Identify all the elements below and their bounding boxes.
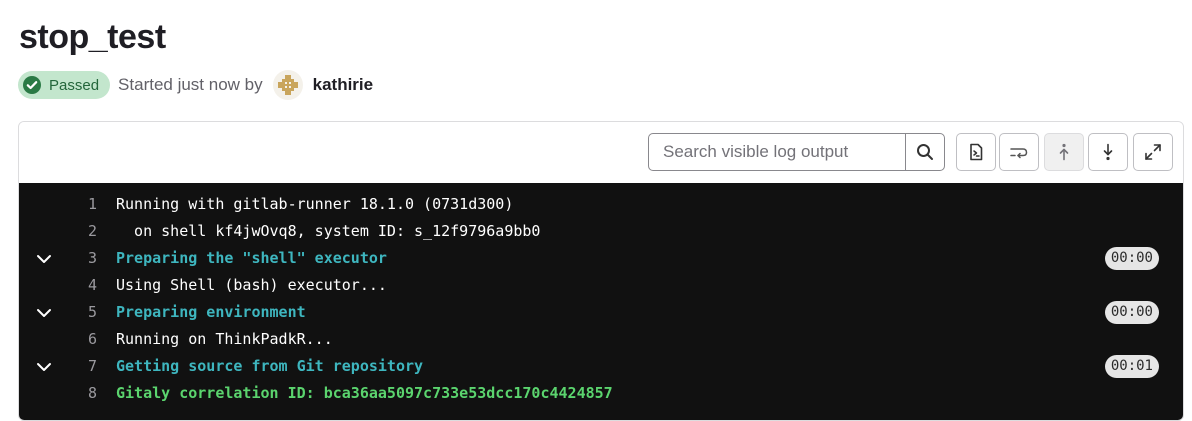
check-circle-icon [22, 75, 42, 95]
wrap-icon [1009, 143, 1029, 161]
started-text: Started just now by [118, 75, 263, 94]
section-title: Preparing environment [116, 303, 306, 321]
arrow-up-icon [1057, 143, 1071, 161]
section-title: Getting source from Git repository [116, 357, 424, 375]
log-section-header[interactable]: 3 Preparing the "shell" executor 00:00 [19, 247, 1183, 275]
wrap-lines-button[interactable] [999, 133, 1039, 171]
log-search [648, 133, 945, 171]
search-input[interactable] [649, 134, 905, 170]
search-icon [916, 143, 934, 161]
log-line: 1 Running with gitlab-runner 18.1.0 (073… [19, 194, 1183, 221]
line-number[interactable]: 5 [19, 302, 97, 323]
page-title: stop_test [19, 18, 166, 56]
maximize-icon [1144, 143, 1162, 161]
log-output: 1 Running with gitlab-runner 18.1.0 (073… [19, 183, 1183, 420]
section-title: Preparing the "shell" executor [116, 249, 387, 267]
line-number[interactable]: 1 [19, 194, 97, 215]
show-raw-button[interactable] [956, 133, 996, 171]
line-number[interactable]: 2 [19, 221, 97, 242]
line-number[interactable]: 6 [19, 329, 97, 350]
status-badge[interactable]: Passed [18, 71, 111, 99]
scroll-to-top-button[interactable] [1044, 133, 1084, 171]
section-duration-badge: 00:00 [1104, 247, 1159, 270]
line-number[interactable]: 3 [19, 248, 97, 269]
section-duration-badge: 00:01 [1104, 355, 1159, 378]
user-link[interactable]: kathirie [313, 75, 373, 95]
log-line: 6 Running on ThinkPadkR... [19, 329, 1183, 356]
job-log-panel: 1 Running with gitlab-runner 18.1.0 (073… [18, 121, 1184, 421]
fullscreen-button[interactable] [1133, 133, 1173, 171]
log-line: 4 Using Shell (bash) executor... [19, 275, 1183, 302]
raw-file-icon [967, 143, 985, 161]
log-section-header[interactable]: 5 Preparing environment 00:00 [19, 301, 1183, 329]
line-number[interactable]: 4 [19, 275, 97, 296]
search-button[interactable] [905, 134, 944, 170]
log-line: 2 on shell kf4jwOvq8, system ID: s_12f97… [19, 221, 1183, 248]
log-text: on shell kf4jwOvq8, system ID: s_12f9796… [116, 222, 541, 240]
user-avatar[interactable] [272, 70, 303, 100]
status-label: Passed [49, 76, 100, 94]
section-duration-badge: 00:00 [1104, 301, 1159, 324]
job-meta: Passed Started just now by kathirie [18, 70, 373, 100]
log-text: Using Shell (bash) executor... [116, 276, 387, 294]
log-text: Running on ThinkPadkR... [116, 330, 333, 348]
scroll-to-bottom-button[interactable] [1088, 133, 1128, 171]
log-line: 8 Gitaly correlation ID: bca36aa5097c733… [19, 383, 1183, 410]
line-number[interactable]: 7 [19, 356, 97, 377]
line-number[interactable]: 8 [19, 383, 97, 404]
log-text: Running with gitlab-runner 18.1.0 (0731d… [116, 195, 514, 213]
log-text: Gitaly correlation ID: bca36aa5097c733e5… [116, 384, 613, 402]
arrow-down-icon [1101, 143, 1115, 161]
log-section-header[interactable]: 7 Getting source from Git repository 00:… [19, 355, 1183, 383]
log-toolbar [19, 122, 1183, 183]
